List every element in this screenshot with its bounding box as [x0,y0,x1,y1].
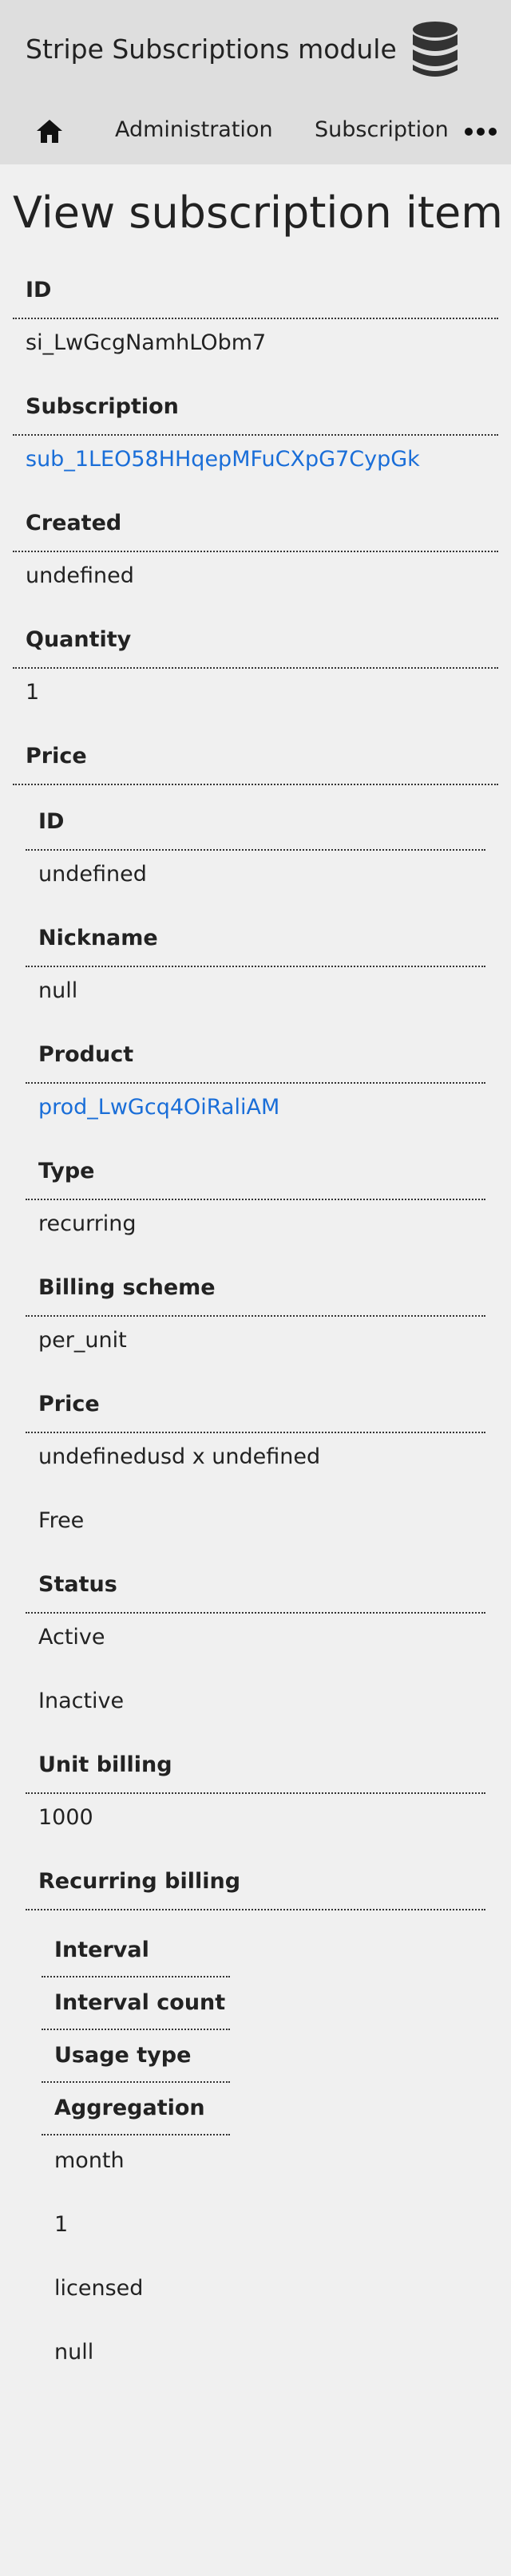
nav-administration-link[interactable]: Administration [115,117,273,142]
status-label: Status [38,1572,117,1597]
divider [42,2029,230,2030]
price-id-value: undefined [38,862,147,887]
recurring-header-aggregation: Aggregation [54,2096,205,2120]
divider [26,1612,485,1614]
divider [26,1909,485,1910]
billing-scheme-label: Billing scheme [38,1275,216,1300]
divider [13,784,498,785]
divider [42,2134,230,2135]
created-label: Created [26,511,122,535]
type-label: Type [38,1159,95,1183]
price-label: Price [38,1392,100,1416]
recurring-value-interval-count: 1 [54,2212,69,2237]
subscription-link[interactable]: sub_1LEO58HHqepMFuCXpG7CypGk [26,447,420,472]
recurring-value-aggregation: null [54,2340,94,2365]
quantity-label: Quantity [26,627,132,652]
divider [26,1199,485,1200]
divider [13,434,498,436]
divider [26,1315,485,1317]
divider [26,849,485,851]
quantity-value: 1 [26,680,40,705]
price-free-value: Free [38,1508,85,1533]
price-id-label: ID [38,809,65,834]
more-options-icon[interactable] [463,121,498,142]
page-title: View subscription item [13,188,503,238]
status-inactive-value: Inactive [38,1689,125,1713]
app-title: Stripe Subscriptions module [26,34,397,65]
divider [26,1082,485,1084]
recurring-billing-label: Recurring billing [38,1869,241,1894]
divider [26,1432,485,1433]
created-value: undefined [26,563,134,588]
billing-scheme-value: per_unit [38,1328,127,1353]
type-value: recurring [38,1211,137,1236]
divider [26,1792,485,1794]
divider [26,966,485,967]
unit-billing-value: 1000 [38,1805,93,1830]
nickname-label: Nickname [38,926,158,950]
nav-subscription-link[interactable]: Subscription administration [315,117,454,142]
recurring-value-usage-type: licensed [54,2276,144,2301]
id-label: ID [26,278,52,302]
recurring-value-interval: month [54,2148,125,2173]
divider [42,2081,230,2083]
id-value: si_LwGcgNamhLObm7 [26,330,267,355]
divider [13,551,498,552]
price-value: undefinedusd x undefined [38,1444,321,1469]
product-label: Product [38,1042,134,1067]
nickname-value: null [38,978,78,1003]
home-icon[interactable] [35,117,64,146]
unit-billing-label: Unit billing [38,1752,172,1777]
recurring-header-usage-type: Usage type [54,2043,192,2068]
product-link[interactable]: prod_LwGcq4OiRaliAM [38,1095,279,1120]
price-section-label: Price [26,744,87,768]
divider [13,318,498,319]
divider [42,1976,230,1977]
app-header: Stripe Subscriptions module Administrati… [0,0,511,164]
subscription-label: Subscription [26,394,179,419]
status-active-value: Active [38,1625,105,1650]
divider [13,667,498,669]
recurring-header-interval: Interval [54,1938,149,1962]
recurring-header-interval-count: Interval count [54,1990,226,2015]
database-icon[interactable] [409,21,461,80]
